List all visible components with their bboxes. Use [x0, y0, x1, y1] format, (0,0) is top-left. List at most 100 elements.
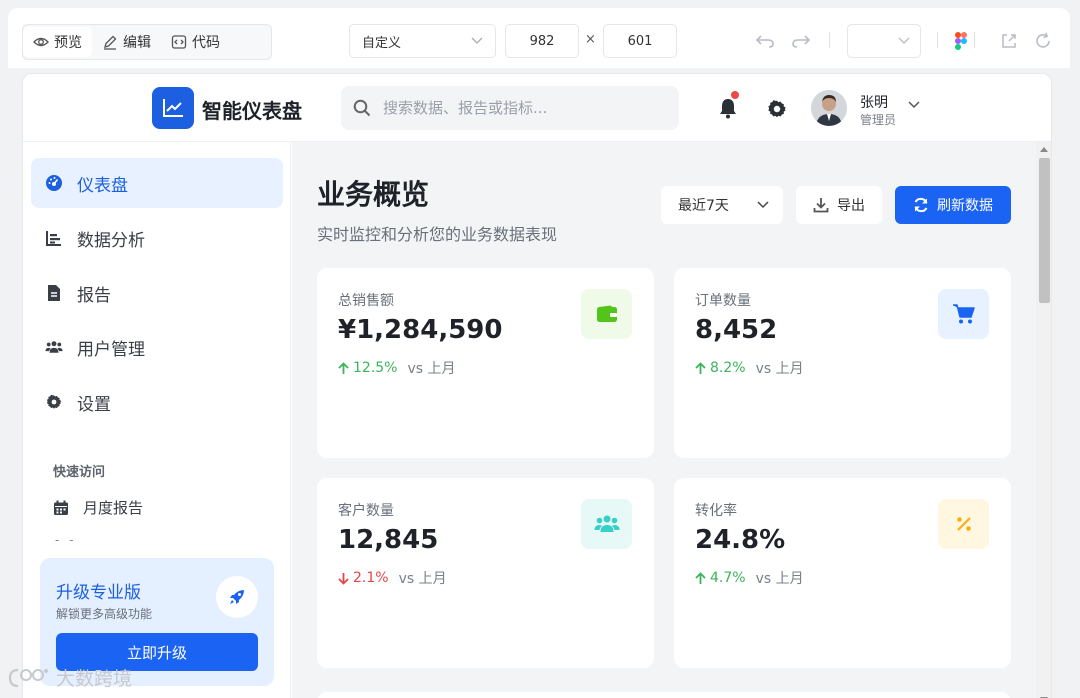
- refresh-label: 刷新数据: [937, 198, 993, 214]
- stat-value: 24.8%: [695, 525, 786, 555]
- stat-card-conversion[interactable]: 转化率 24.8% 4.7% vs 上月: [674, 478, 1011, 668]
- stat-card-sales[interactable]: 总销售额 ¥1,284,590 12.5% vs 上月: [317, 268, 654, 458]
- dimension-separator: ×: [585, 32, 596, 47]
- user-role: 管理员: [860, 113, 897, 127]
- height-input[interactable]: 601: [603, 24, 677, 58]
- quick-item-monthly-report[interactable]: 月度报告: [53, 497, 143, 518]
- scrollbar-thumb[interactable]: [1039, 158, 1050, 303]
- toolbar-divider: [974, 32, 975, 48]
- sidebar-item-label: 数据分析: [77, 230, 145, 251]
- arrow-up-icon: [338, 361, 349, 374]
- sidebar-item-analytics[interactable]: 数据分析: [31, 213, 283, 263]
- redo-icon[interactable]: [790, 30, 812, 52]
- stat-compare: vs 上月: [398, 571, 447, 587]
- stat-compare: vs 上月: [407, 361, 456, 377]
- sidebar-item-settings[interactable]: 设置: [31, 377, 283, 427]
- refresh-button[interactable]: 刷新数据: [895, 186, 1011, 224]
- stat-trend-value: 4.7%: [710, 570, 746, 586]
- app-title: 智能仪表盘: [202, 99, 302, 123]
- stat-card-orders[interactable]: 订单数量 8,452 8.2% vs 上月: [674, 268, 1011, 458]
- sidebar-item-dashboard[interactable]: 仪表盘: [31, 158, 283, 208]
- stat-label: 订单数量: [695, 293, 751, 309]
- stat-value: 8,452: [695, 315, 778, 345]
- main-content: 业务概览 实时监控和分析您的业务数据表现 最近7天 导出 刷新数据 总销售额 ¥…: [292, 142, 1036, 698]
- upgrade-subtitle: 解锁更多高级功能: [56, 607, 153, 621]
- export-button[interactable]: 导出: [796, 186, 882, 224]
- toolbar-divider: [937, 32, 938, 48]
- view-mode-switch: 预览 编辑 代码: [22, 24, 272, 60]
- app-header: 智能仪表盘 张明 管理员: [23, 74, 1051, 142]
- stat-label: 客户数量: [338, 503, 394, 519]
- stat-value: 12,845: [338, 525, 439, 555]
- eye-icon: [33, 37, 49, 47]
- quick-access-more: - -: [55, 533, 77, 547]
- users-icon: [45, 341, 63, 353]
- pencil-icon: [104, 35, 117, 50]
- tab-code-label: 代码: [192, 35, 220, 51]
- scrollbar[interactable]: [1036, 142, 1051, 698]
- quick-access-title: 快速访问: [53, 465, 106, 480]
- width-input[interactable]: 982: [505, 24, 579, 58]
- sidebar-item-reports[interactable]: 报告: [31, 268, 283, 318]
- file-icon: [48, 285, 60, 301]
- code-icon: [171, 35, 187, 49]
- reload-icon[interactable]: [1032, 30, 1054, 52]
- tab-preview[interactable]: 预览: [23, 27, 92, 57]
- arrow-down-icon: [338, 572, 349, 585]
- device-preset-select[interactable]: 自定义: [349, 24, 496, 58]
- logo[interactable]: [152, 87, 194, 129]
- zoom-select[interactable]: [847, 24, 921, 58]
- date-range-value: 最近7天: [678, 198, 729, 214]
- upgrade-title: 升级专业版: [56, 583, 141, 603]
- wallet-icon: [581, 289, 632, 339]
- global-search: [341, 86, 679, 130]
- watermark-text: 大数跨境: [56, 668, 133, 690]
- users-icon: [581, 499, 632, 549]
- stat-trend-value: 2.1%: [353, 570, 389, 586]
- line-chart-icon: [163, 99, 183, 117]
- toolbar-divider: [829, 32, 830, 48]
- share-icon[interactable]: [998, 30, 1020, 52]
- stat-card-customers[interactable]: 客户数量 12,845 2.1% vs 上月: [317, 478, 654, 668]
- chart-panel: [317, 692, 1011, 698]
- sidebar-item-label: 设置: [77, 394, 111, 415]
- percent-icon: [938, 499, 989, 549]
- editor-toolbar: 预览 编辑 代码 自定义 982 × 601: [8, 8, 1070, 68]
- watermark: 大数跨境: [8, 664, 132, 691]
- preview-frame: 智能仪表盘 张明 管理员 仪表盘 数据分析 报告 用户管理: [22, 73, 1052, 698]
- undo-icon[interactable]: [754, 30, 776, 52]
- sidebar: 仪表盘 数据分析 报告 用户管理 设置 快速访问 月度报告 - - 升级专业版 …: [23, 142, 291, 698]
- export-label: 导出: [837, 198, 865, 214]
- chevron-down-icon: [898, 37, 910, 44]
- tab-preview-label: 预览: [54, 35, 82, 51]
- figma-icon[interactable]: [950, 30, 972, 52]
- chevron-down-icon[interactable]: [908, 101, 920, 109]
- user-name[interactable]: 张明: [860, 92, 888, 112]
- sidebar-item-label: 用户管理: [77, 339, 145, 360]
- avatar[interactable]: [811, 90, 847, 126]
- tab-code[interactable]: 代码: [161, 27, 230, 57]
- scroll-up-arrow[interactable]: [1040, 147, 1048, 152]
- arrow-up-icon: [695, 571, 706, 584]
- cart-icon: [938, 289, 989, 339]
- bell-icon[interactable]: [717, 97, 739, 119]
- search-input[interactable]: [383, 99, 663, 117]
- search-icon: [353, 99, 371, 117]
- gear-icon[interactable]: [766, 98, 788, 120]
- download-icon: [813, 198, 829, 213]
- chevron-down-icon: [471, 37, 483, 44]
- stat-label: 转化率: [695, 503, 737, 519]
- refresh-icon: [914, 197, 928, 213]
- sidebar-item-label: 报告: [77, 285, 111, 306]
- date-range-select[interactable]: 最近7天: [661, 186, 783, 224]
- sidebar-item-users[interactable]: 用户管理: [31, 322, 283, 372]
- height-value: 601: [627, 33, 653, 49]
- stat-compare: vs 上月: [755, 361, 804, 377]
- notification-badge: [731, 91, 739, 99]
- page-subtitle: 实时监控和分析您的业务数据表现: [317, 225, 558, 244]
- bar-chart-icon: [46, 231, 61, 246]
- chevron-down-icon: [757, 201, 769, 209]
- stat-trend: 8.2% vs 上月: [695, 358, 804, 378]
- page-title: 业务概览: [317, 178, 430, 211]
- tab-edit[interactable]: 编辑: [92, 27, 161, 57]
